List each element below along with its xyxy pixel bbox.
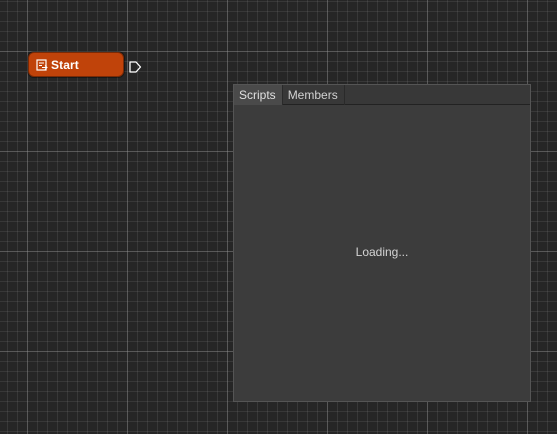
graph-canvas[interactable]: Start Scripts Members Loading... bbox=[0, 0, 557, 434]
tab-bar: Scripts Members bbox=[234, 85, 530, 105]
loading-status: Loading... bbox=[355, 245, 409, 259]
tab-members[interactable]: Members bbox=[283, 85, 345, 105]
start-node[interactable]: Start bbox=[28, 52, 124, 77]
node-title: Start bbox=[51, 57, 79, 72]
exec-output-pin-icon[interactable] bbox=[128, 59, 142, 73]
scripts-panel: Scripts Members Loading... bbox=[233, 84, 531, 402]
tab-scripts[interactable]: Scripts bbox=[234, 85, 283, 105]
event-icon bbox=[35, 58, 48, 71]
